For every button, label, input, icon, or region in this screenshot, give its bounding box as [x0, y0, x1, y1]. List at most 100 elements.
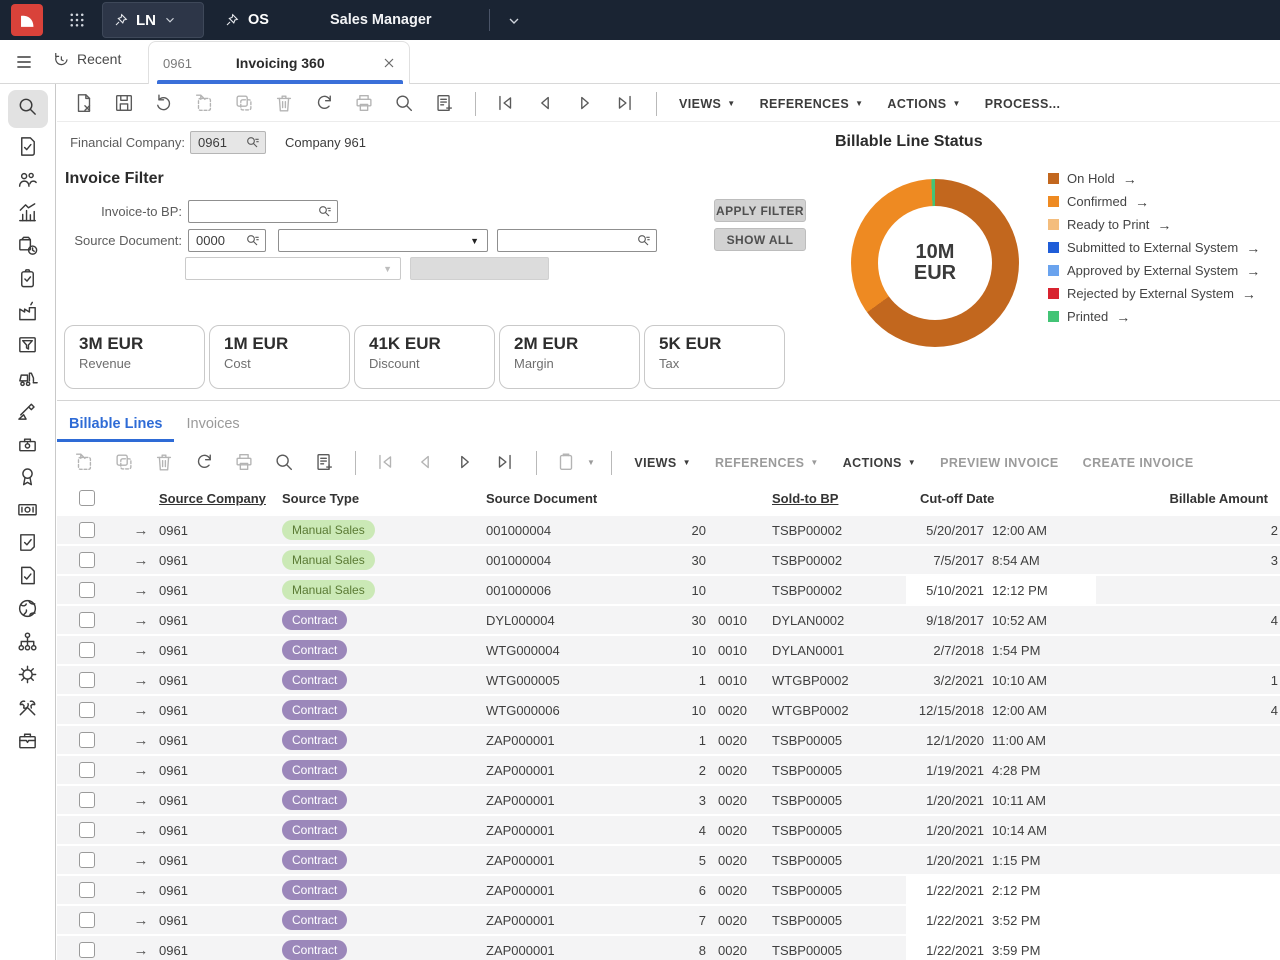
select-all-checkbox[interactable]: [79, 490, 95, 506]
row-checkbox[interactable]: [79, 912, 95, 928]
actions-lines-menu[interactable]: ACTIONS▼: [843, 456, 916, 470]
save-and-close-button[interactable]: [73, 92, 97, 116]
legend-drill-arrow[interactable]: →: [1116, 309, 1130, 325]
last-record-button[interactable]: [614, 92, 638, 116]
financial-company-input[interactable]: 0961: [190, 131, 266, 154]
row-checkbox[interactable]: [79, 822, 95, 838]
create-invoice-button[interactable]: CREATE INVOICE: [1083, 456, 1194, 470]
previous-record-button[interactable]: [534, 92, 558, 116]
table-row[interactable]: → 0961 Contract ZAP000001 3 0020 TSBP000…: [57, 786, 1280, 814]
row-checkbox[interactable]: [79, 672, 95, 688]
drill-arrow-icon[interactable]: →: [123, 882, 159, 899]
invoice-to-bp-input[interactable]: [188, 200, 338, 223]
close-icon[interactable]: [381, 55, 397, 71]
legend-drill-arrow[interactable]: →: [1157, 217, 1171, 233]
paste-button[interactable]: [555, 451, 579, 475]
tab-billable-lines[interactable]: Billable Lines: [57, 410, 174, 442]
sidebar-documents[interactable]: [8, 561, 48, 594]
table-row[interactable]: → 0961 Contract WTG000006 10 0020 WTGBP0…: [57, 696, 1280, 724]
row-checkbox[interactable]: [79, 642, 95, 658]
legend-drill-arrow[interactable]: →: [1135, 194, 1149, 210]
legend-drill-arrow[interactable]: →: [1123, 171, 1137, 187]
sidebar-projects[interactable]: [8, 396, 48, 429]
legend-drill-arrow[interactable]: →: [1246, 240, 1260, 256]
kpi-card-tax[interactable]: 5K EURTax: [644, 325, 785, 389]
search-lines-button[interactable]: [273, 451, 297, 475]
kpi-card-revenue[interactable]: 3M EURRevenue: [64, 325, 205, 389]
header-source-type[interactable]: Source Type: [282, 491, 486, 506]
delete-button[interactable]: [273, 92, 297, 116]
row-checkbox[interactable]: [79, 792, 95, 808]
legend-drill-arrow[interactable]: →: [1246, 263, 1260, 279]
search-button[interactable]: [393, 92, 417, 116]
next-line-button[interactable]: [454, 451, 478, 475]
sidebar-approvals[interactable]: [8, 528, 48, 561]
sidebar-maintenance[interactable]: [8, 693, 48, 726]
sidebar-manufacturing[interactable]: [8, 297, 48, 330]
source-document-type-select[interactable]: ▼: [278, 229, 488, 252]
first-record-button[interactable]: [494, 92, 518, 116]
sidebar-planning[interactable]: [8, 231, 48, 264]
sidebar-sales-orders[interactable]: [8, 132, 48, 165]
sidebar-quality[interactable]: [8, 462, 48, 495]
row-checkbox[interactable]: [79, 582, 95, 598]
tab-invoicing-360[interactable]: 0961 Invoicing 360: [148, 41, 410, 84]
notes-lines-button[interactable]: [313, 451, 337, 475]
table-row[interactable]: → 0961 Contract DYL000004 30 0010 DYLAN0…: [57, 606, 1280, 634]
refresh-button[interactable]: [313, 92, 337, 116]
drill-arrow-icon[interactable]: →: [123, 612, 159, 629]
table-row[interactable]: → 0961 Contract ZAP000001 4 0020 TSBP000…: [57, 816, 1280, 844]
sidebar-localization[interactable]: [8, 594, 48, 627]
table-row[interactable]: → 0961 Manual Sales 001000006 10 TSBP000…: [57, 576, 1280, 604]
workspace-os[interactable]: OS: [224, 0, 269, 40]
duplicate-line-button[interactable]: [113, 451, 137, 475]
references-lines-menu[interactable]: REFERENCES▼: [715, 456, 819, 470]
drill-arrow-icon[interactable]: →: [123, 642, 159, 659]
sidebar-analysis[interactable]: [8, 198, 48, 231]
drill-arrow-icon[interactable]: →: [123, 942, 159, 959]
views-menu[interactable]: VIEWS▼: [679, 97, 736, 111]
print-button[interactable]: [353, 92, 377, 116]
sidebar-settings[interactable]: [8, 660, 48, 693]
print-lines-button[interactable]: [233, 451, 257, 475]
kpi-card-margin[interactable]: 2M EURMargin: [499, 325, 640, 389]
row-checkbox[interactable]: [79, 612, 95, 628]
row-checkbox[interactable]: [79, 732, 95, 748]
paste-menu-caret[interactable]: ▼: [587, 459, 595, 467]
drill-arrow-icon[interactable]: →: [123, 672, 159, 689]
table-row[interactable]: → 0961 Manual Sales 001000004 30 TSBP000…: [57, 546, 1280, 574]
sidebar-service[interactable]: [8, 429, 48, 462]
refresh-lines-button[interactable]: [193, 451, 217, 475]
apply-filter-button[interactable]: APPLY FILTER: [714, 199, 806, 222]
header-source-document[interactable]: Source Document: [486, 491, 616, 506]
lookup-icon[interactable]: [636, 233, 652, 249]
drill-arrow-icon[interactable]: →: [123, 582, 159, 599]
tab-invoices[interactable]: Invoices: [174, 410, 251, 442]
drill-arrow-icon[interactable]: →: [123, 702, 159, 719]
table-row[interactable]: → 0961 Contract ZAP000001 8 0020 TSBP000…: [57, 936, 1280, 960]
sidebar-finance[interactable]: [8, 495, 48, 528]
table-row[interactable]: → 0961 Contract WTG000004 10 0010 DYLAN0…: [57, 636, 1280, 664]
table-row[interactable]: → 0961 Contract ZAP000001 6 0020 TSBP000…: [57, 876, 1280, 904]
first-line-button[interactable]: [374, 451, 398, 475]
workspace-selector-ln[interactable]: LN: [102, 2, 204, 38]
drill-arrow-icon[interactable]: →: [123, 912, 159, 929]
duplicate-button[interactable]: [233, 92, 257, 116]
table-row[interactable]: → 0961 Manual Sales 001000004 20 TSBP000…: [57, 516, 1280, 544]
new-button[interactable]: [193, 92, 217, 116]
previous-line-button[interactable]: [414, 451, 438, 475]
nav-chevron-down-icon[interactable]: [506, 13, 522, 29]
row-checkbox[interactable]: [79, 522, 95, 538]
kpi-card-discount[interactable]: 41K EURDiscount: [354, 325, 495, 389]
sidebar-organization[interactable]: [8, 627, 48, 660]
sidebar-warehousing[interactable]: [8, 363, 48, 396]
source-document-company-input[interactable]: 0000: [188, 229, 266, 252]
table-row[interactable]: → 0961 Contract ZAP000001 1 0020 TSBP000…: [57, 726, 1280, 754]
table-row[interactable]: → 0961 Contract ZAP000001 7 0020 TSBP000…: [57, 906, 1280, 934]
header-source-company[interactable]: Source Company: [159, 491, 282, 506]
show-all-button[interactable]: SHOW ALL: [714, 228, 806, 251]
kpi-card-cost[interactable]: 1M EURCost: [209, 325, 350, 389]
infor-logo-icon[interactable]: [11, 4, 43, 36]
sidebar-search[interactable]: [8, 90, 48, 128]
header-sold-to-bp[interactable]: Sold-to BP: [772, 491, 906, 506]
